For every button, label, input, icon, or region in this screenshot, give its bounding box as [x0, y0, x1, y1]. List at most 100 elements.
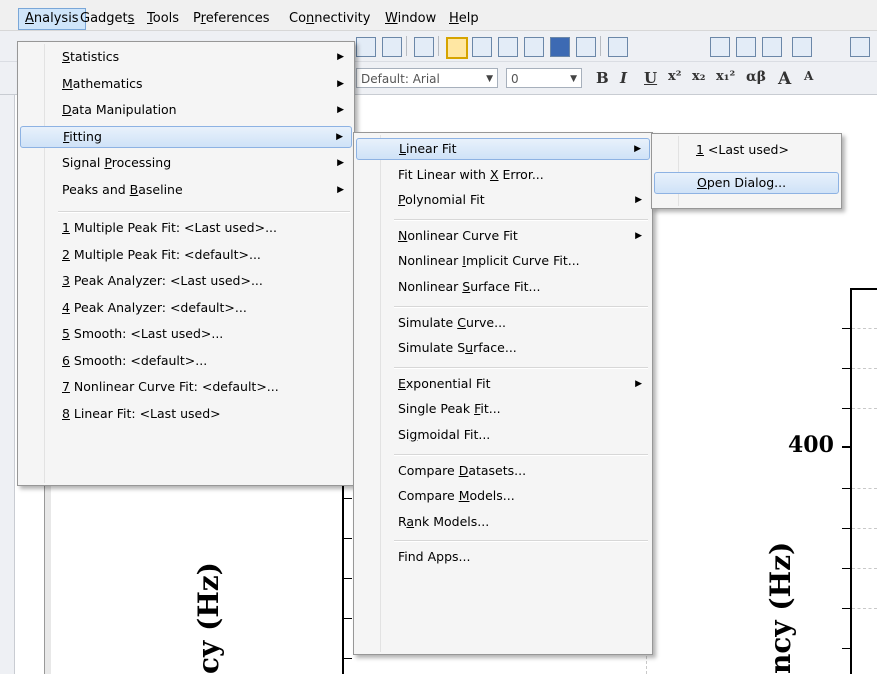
analysis-item-statistics[interactable]: Statistics ▶ — [20, 46, 352, 68]
mnemonic: H — [449, 11, 459, 26]
menu-window[interactable]: Window — [379, 9, 442, 29]
set-values-icon[interactable] — [792, 37, 812, 57]
analysis-item-mathematics[interactable]: Mathematics ▶ — [20, 73, 352, 95]
menu-separator — [394, 218, 648, 221]
analysis-item-3-peak-analyzer-last-used[interactable]: 3 Peak Analyzer: <Last used>... — [20, 270, 352, 292]
script-window-icon[interactable] — [550, 37, 570, 57]
fitting-item-compare-datasets[interactable]: Compare Datasets... — [356, 460, 650, 482]
fitting-item-simulate-curve[interactable]: Simulate Curve... — [356, 312, 650, 334]
mnemonic: O — [697, 175, 707, 190]
bold-button[interactable]: B — [596, 69, 609, 87]
notes-icon[interactable] — [524, 37, 544, 57]
menu-item-label: 5 Smooth: <Last used>... — [62, 326, 224, 341]
y-tick — [344, 658, 352, 659]
grid-line — [852, 368, 877, 369]
fitting-item-nonlinear-implicit-curve-fit[interactable]: Nonlinear Implicit Curve Fit... — [356, 250, 650, 272]
analysis-item-7-nonlinear-curve-fit-default[interactable]: 7 Nonlinear Curve Fit: <default>... — [20, 376, 352, 398]
fitting-item-linear-fit[interactable]: Linear Fit ▶ — [356, 138, 650, 160]
sum-icon[interactable] — [710, 37, 730, 57]
underline-button[interactable]: U — [644, 69, 657, 87]
menu-tools[interactable]: Tools — [141, 9, 185, 29]
analysis-item-2-multiple-peak-fit-default[interactable]: 2 Multiple Peak Fit: <default>... — [20, 244, 352, 266]
mnemonic: g — [409, 427, 418, 442]
left-toolbar-strip — [0, 95, 15, 674]
data-reader-icon[interactable] — [472, 37, 492, 57]
fitting-item-sigmoidal-fit[interactable]: Sigmoidal Fit... — [356, 424, 650, 446]
menu-item-label: Polynomial Fit — [398, 192, 485, 208]
menu-item-label: 1 <Last used> — [696, 142, 789, 157]
greek-button[interactable]: αβ — [746, 69, 766, 85]
menu-item-label: Nonlinear Surface Fit... — [398, 279, 541, 294]
increase-font-button[interactable]: A — [778, 69, 791, 89]
y-tick — [842, 408, 850, 409]
decrease-font-button[interactable]: A — [804, 69, 813, 83]
fitting-item-simulate-surface[interactable]: Simulate Surface... — [356, 337, 650, 359]
fitting-item-compare-models[interactable]: Compare Models... — [356, 485, 650, 507]
y-tick — [344, 618, 352, 619]
y-tick — [842, 488, 850, 489]
analysis-item-peaks-and-baseline[interactable]: Peaks and Baseline ▶ — [20, 179, 352, 201]
fitting-item-polynomial-fit[interactable]: Polynomial Fit ▶ — [356, 189, 650, 211]
fitting-item-rank-models[interactable]: Rank Models... — [356, 511, 650, 533]
italic-button[interactable]: I — [620, 69, 627, 87]
add-column-icon[interactable] — [608, 37, 628, 57]
font-size-value: 0 — [511, 72, 519, 86]
analysis-item-6-smooth-default[interactable]: 6 Smooth: <default>... — [20, 350, 352, 372]
analysis-item-4-peak-analyzer-default[interactable]: 4 Peak Analyzer: <default>... — [20, 297, 352, 319]
menu-item-label: Signal Processing — [62, 155, 172, 170]
list-icon[interactable] — [356, 37, 376, 57]
mnemonic: F — [63, 128, 70, 144]
menu-label: Analysis — [25, 11, 79, 26]
tree-icon[interactable] — [414, 37, 434, 57]
menu-help[interactable]: Help — [443, 9, 485, 29]
grid-line — [852, 408, 877, 409]
analysis-item-8-linear-fit-last-used[interactable]: 8 Linear Fit: <Last used> — [20, 403, 352, 425]
subscript-button[interactable]: x₂ — [692, 69, 705, 84]
fitting-item-single-peak-fit[interactable]: Single Peak Fit... — [356, 398, 650, 420]
submenu-arrow-icon: ▶ — [337, 184, 344, 195]
grid-icon[interactable] — [382, 37, 402, 57]
fitting-item-find-apps[interactable]: Find Apps... — [356, 546, 650, 568]
font-size-combo[interactable]: 0 ▼ — [506, 68, 582, 88]
fitting-item-fit-linear-with-x-error[interactable]: Fit Linear with X Error... — [356, 164, 650, 186]
fitting-item-nonlinear-curve-fit[interactable]: Nonlinear Curve Fit ▶ — [356, 225, 650, 247]
mnemonic: C — [457, 314, 466, 330]
analysis-item-signal-processing[interactable]: Signal Processing ▶ — [20, 152, 352, 174]
mnemonic: 7 — [62, 379, 70, 394]
menu-item-label: 4 Peak Analyzer: <default>... — [62, 299, 247, 315]
menu-gadgets[interactable]: Gadgets — [74, 9, 140, 29]
analysis-item-fitting[interactable]: Fitting ▶ — [20, 125, 352, 148]
menu-item-label: Nonlinear Implicit Curve Fit... — [398, 253, 580, 269]
menu-preferences[interactable]: Preferences — [187, 9, 275, 29]
mnemonic: I — [462, 253, 466, 269]
mnemonic: P — [104, 155, 112, 170]
mnemonic: r — [200, 11, 206, 26]
superscript-button[interactable]: x² — [668, 69, 681, 84]
mnemonic: 6 — [62, 352, 70, 368]
fitting-submenu: Linear Fit ▶ Fit Linear with X Error... Pol… — [353, 132, 653, 655]
sort-icon[interactable] — [762, 37, 782, 57]
menu-connectivity[interactable]: Connectivity — [283, 9, 376, 29]
linear-fit-item-1-last-used[interactable]: 1 <Last used> — [654, 139, 839, 161]
analysis-item-1-multiple-peak-fit-last-used[interactable]: 1 Multiple Peak Fit: <Last used>... — [20, 217, 352, 239]
right-y-axis-title: ncy (Hz) — [764, 541, 797, 674]
menu-item-label: Single Peak Fit... — [398, 401, 501, 417]
font-combo[interactable]: Default: Arial ▼ — [356, 68, 498, 88]
mnemonic: 1 — [696, 142, 704, 157]
fitting-item-exponential-fit[interactable]: Exponential Fit ▶ — [356, 373, 650, 395]
fitting-item-nonlinear-surface-fit[interactable]: Nonlinear Surface Fit... — [356, 276, 650, 298]
toolbar-more-icon[interactable] — [850, 37, 870, 57]
mnemonic: P — [398, 192, 406, 208]
magnify-icon[interactable] — [446, 37, 468, 59]
linear-fit-item-open-dialog[interactable]: Open Dialog... — [654, 172, 839, 194]
grid-line — [852, 608, 877, 609]
supersubscript-button[interactable]: x₁² — [716, 69, 735, 84]
worksheet-icon[interactable] — [498, 37, 518, 57]
code-builder-icon[interactable] — [576, 37, 596, 57]
analysis-item-data-manipulation[interactable]: Data Manipulation ▶ — [20, 99, 352, 121]
right-plot-y-axis — [850, 288, 852, 674]
submenu-arrow-icon: ▶ — [337, 158, 344, 168]
submenu-arrow-icon: ▶ — [635, 230, 642, 241]
statistics-icon[interactable] — [736, 37, 756, 57]
analysis-item-5-smooth-last-used[interactable]: 5 Smooth: <Last used>... — [20, 323, 352, 345]
